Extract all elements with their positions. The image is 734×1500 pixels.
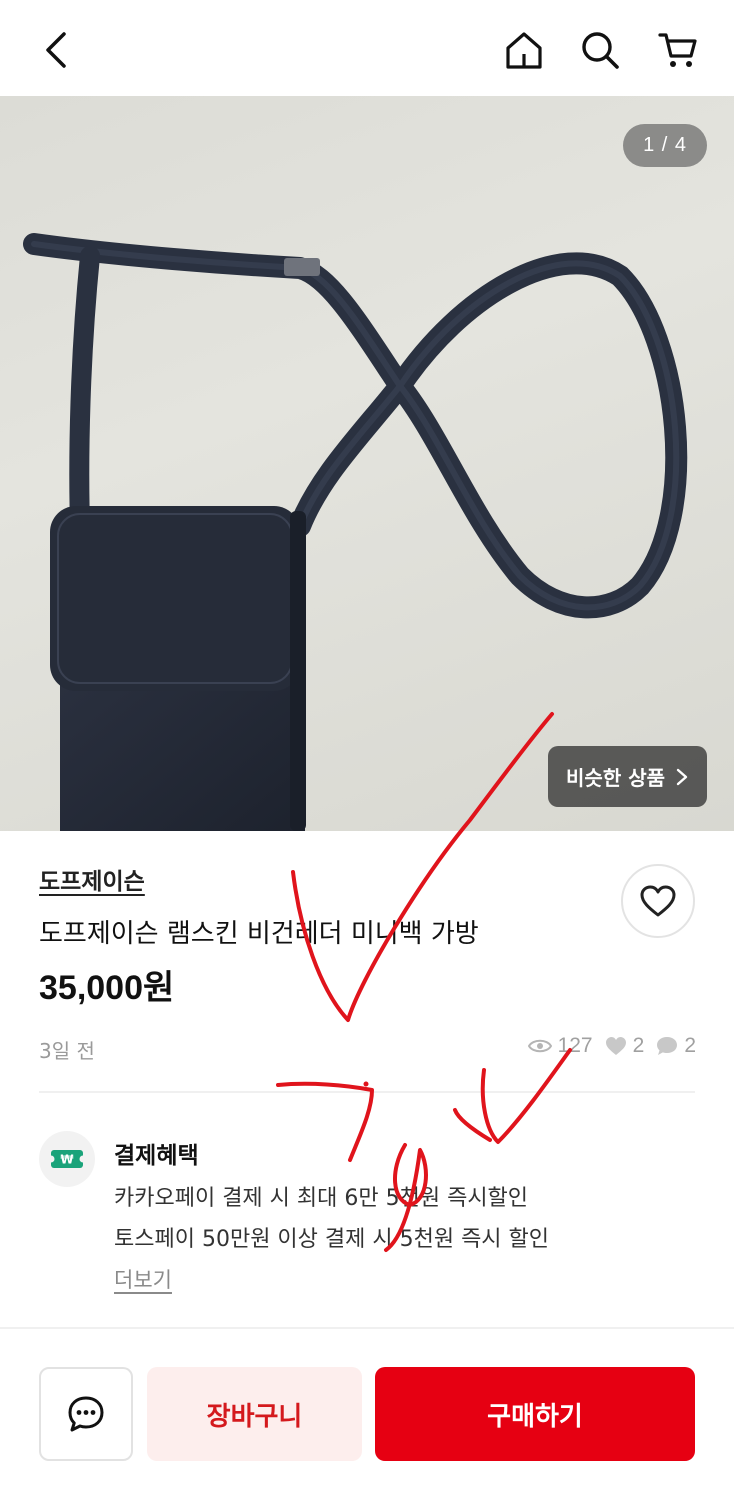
product-image-gallery[interactable]: 1 / 4 비슷한 상품 [0,96,734,831]
seller-name-link[interactable]: 도프제이슨 [39,862,145,896]
product-title: 도프제이슨 램스킨 비건레더 미니백 가방 [39,919,479,949]
chat-dots-icon [68,1396,104,1432]
tosspay-benefit-text: 토스페이 50만원 이상 결제 시 5천원 즉시 할인 [114,1227,550,1252]
search-icon [582,32,619,69]
chats-stat: 2 [656,1034,696,1058]
likes-stat: 2 [605,1034,645,1058]
payment-benefit-icon-wrap: ₩ [39,1131,95,1187]
eye-icon [527,1039,552,1053]
similar-products-button[interactable]: 비슷한 상품 [548,746,707,807]
chevron-left-icon [46,32,66,68]
chat-bubble-icon [657,1037,678,1055]
add-to-cart-button[interactable]: 장바구니 [147,1367,362,1461]
chats-count: 2 [684,1034,696,1057]
back-button[interactable] [30,22,86,78]
buy-now-button[interactable]: 구매하기 [375,1367,695,1461]
cart-button[interactable] [650,22,706,78]
see-more-link[interactable]: 더보기 [114,1264,172,1294]
home-button[interactable] [496,22,552,78]
won-ticket-icon: ₩ [50,1150,84,1168]
section-divider [39,1091,695,1093]
search-button[interactable] [572,22,628,78]
likes-count: 2 [632,1034,645,1057]
cart-icon [658,33,697,67]
bottom-bar-divider [0,1327,734,1329]
views-stat: 127 [527,1034,593,1058]
posted-time: 3일 전 [39,1039,95,1063]
home-icon [506,32,542,69]
heart-filled-icon [605,1037,626,1055]
like-button[interactable] [621,864,695,938]
similar-products-label: 비슷한 상품 [566,766,665,790]
heart-icon [640,885,676,917]
kakaopay-benefit-text: 카카오페이 결제 시 최대 6만 5천원 즉시할인 [114,1186,529,1211]
top-nav-bar [0,0,734,96]
product-photo [23,233,688,831]
payment-benefit-title: 결제혜택 [114,1143,199,1169]
product-price: 35,000원 [39,969,175,1007]
svg-text:₩: ₩ [60,1153,74,1167]
views-count: 127 [557,1034,593,1057]
chat-button[interactable] [39,1367,133,1461]
image-counter: 1 / 4 [623,124,707,167]
product-stats: 127 2 2 [527,1034,696,1058]
chevron-right-icon [676,768,688,785]
